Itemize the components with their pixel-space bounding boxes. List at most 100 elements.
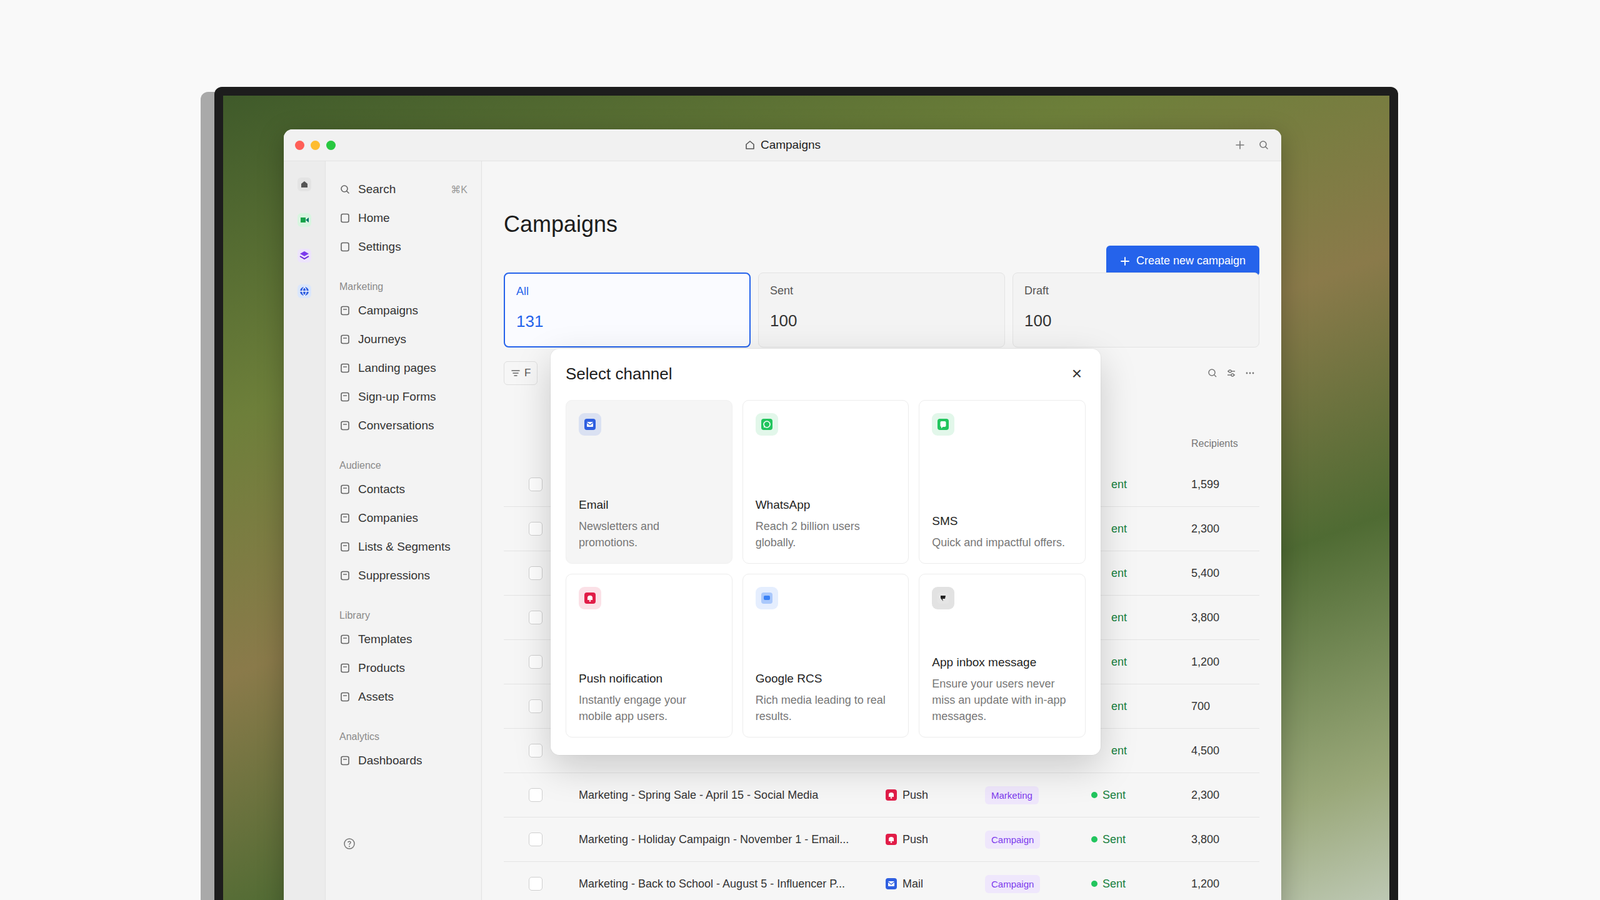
meet-app-icon[interactable] <box>296 211 313 229</box>
plus-icon[interactable] <box>1233 138 1247 152</box>
row-checkbox[interactable] <box>528 876 543 891</box>
sidebar-item[interactable]: Templates <box>334 625 473 654</box>
maximize-window-button[interactable] <box>326 140 336 150</box>
push-icon <box>578 586 602 610</box>
page-icon <box>339 662 351 674</box>
status-cell: Sent <box>1091 833 1192 847</box>
main-content: CampaignsCreate new campaignAll131Sent10… <box>481 161 1282 900</box>
recipients-cell: 2,300 <box>1191 522 1260 536</box>
minimize-window-button[interactable] <box>310 140 320 150</box>
channel-card[interactable]: Push noificationInstantly engage your mo… <box>565 573 733 738</box>
inbox-icon <box>931 586 955 610</box>
row-checkbox[interactable] <box>528 832 543 847</box>
row-checkbox[interactable] <box>528 788 543 802</box>
close-window-button[interactable] <box>295 140 305 150</box>
status-cell: ent <box>1091 744 1192 758</box>
page-icon <box>339 333 351 345</box>
sidebar-item[interactable]: Contacts <box>334 475 473 504</box>
column-header[interactable]: Recipients <box>1191 438 1260 450</box>
sidebar-item[interactable]: Home <box>334 203 473 233</box>
section-title: Analytics <box>334 725 473 747</box>
table-row[interactable]: Marketing - Holiday Campaign - November … <box>503 817 1260 862</box>
sidebar-section: MarketingCampaignsJourneysLanding pagesS… <box>334 261 473 440</box>
page-icon <box>339 391 351 403</box>
stat-card[interactable]: All131 <box>503 272 751 348</box>
wallpaper: CampaignsSearch⌘KHomeSettingsMarketingCa… <box>223 95 1390 900</box>
recipients-cell: 3,800 <box>1191 833 1260 847</box>
sidebar-item[interactable]: Journeys <box>334 325 473 354</box>
channel-card[interactable]: WhatsAppReach 2 billion users globally. <box>742 400 910 564</box>
title-bar: Campaigns <box>283 129 1282 162</box>
stat-card[interactable]: Sent100 <box>758 272 1005 348</box>
create-campaign-button[interactable]: Create new campaign <box>1106 245 1260 277</box>
channel-label: App inbox message <box>931 655 1073 670</box>
channel-card[interactable]: SMS Quick and impactful offers. <box>918 400 1086 564</box>
sidebar-item[interactable]: Landing pages <box>334 353 473 383</box>
sidebar-item[interactable]: Lists & Segments <box>334 532 473 562</box>
app-rail <box>283 161 326 900</box>
sidebar-item[interactable]: Conversations <box>334 411 473 440</box>
status-cell: ent <box>1091 700 1192 714</box>
dialog-title: Select channel <box>565 364 673 384</box>
recipients-cell: 5,400 <box>1191 566 1260 580</box>
table-row[interactable]: Marketing - Spring Sale - April 15 - Soc… <box>503 773 1260 818</box>
table-row[interactable]: Marketing - Back to School - August 5 - … <box>503 861 1260 900</box>
bell-icon <box>885 833 898 846</box>
page-title: Campaigns <box>503 211 618 238</box>
page-icon <box>339 305 351 317</box>
sidebar-item[interactable]: Assets <box>334 682 473 712</box>
row-checkbox[interactable] <box>528 655 543 669</box>
sidebar-section: AnalyticsDashboards <box>334 711 473 775</box>
filter-button[interactable]: F <box>503 361 538 385</box>
window-controls <box>295 140 745 150</box>
sidebar-item[interactable]: Dashboards <box>334 746 473 775</box>
envelope-icon <box>885 877 898 890</box>
sidebar-section: LibraryTemplatesProductsAssets <box>334 590 473 712</box>
workspace-icon[interactable] <box>296 176 313 193</box>
sidebar-item[interactable]: Campaigns <box>334 296 473 325</box>
section-title: Marketing <box>334 275 473 297</box>
page: CampaignsSearch⌘KHomeSettingsMarketingCa… <box>0 0 1600 900</box>
search-icon[interactable] <box>1257 138 1270 152</box>
rcs-icon <box>755 586 779 610</box>
sidebar-item[interactable]: Suppressions <box>334 561 473 590</box>
row-checkbox[interactable] <box>528 610 543 625</box>
page-header: Campaigns Create new campaign <box>503 211 1260 277</box>
search-icon[interactable] <box>1206 367 1219 379</box>
row-checkbox[interactable] <box>528 477 543 492</box>
bell-icon <box>885 788 898 802</box>
recipients-cell: 1,200 <box>1191 655 1260 669</box>
more-icon[interactable] <box>1244 367 1256 379</box>
page-icon <box>339 212 351 224</box>
sidebar-item[interactable]: Sign-up Forms <box>334 382 473 412</box>
stat-tabs: All131Sent100Draft100 <box>503 272 1260 348</box>
help-icon[interactable] <box>343 837 356 850</box>
search-field[interactable]: Search⌘K <box>334 175 473 204</box>
campaign-name: Marketing - Spring Sale - April 15 - Soc… <box>578 788 885 802</box>
channel-description: Quick and impactful offers. <box>931 534 1073 551</box>
row-checkbox[interactable] <box>528 566 543 580</box>
tag: Campaign <box>985 830 1040 849</box>
row-checkbox[interactable] <box>528 743 543 758</box>
page-icon <box>339 691 351 703</box>
status-cell: Sent <box>1091 877 1192 891</box>
stat-card[interactable]: Draft100 <box>1012 272 1260 348</box>
campaign-name: Marketing - Back to School - August 5 - … <box>578 877 885 891</box>
filter-icon <box>510 368 521 379</box>
sidebar-item[interactable]: Settings <box>334 232 473 262</box>
channel-label: SMS <box>931 514 1073 529</box>
sidebar-item[interactable]: Products <box>334 653 473 683</box>
row-checkbox[interactable] <box>528 521 543 536</box>
page-icon <box>339 570 351 582</box>
search-shortcut: ⌘K <box>450 183 468 196</box>
channel-description: Rich media leading to real results. <box>755 691 897 725</box>
channel-card[interactable]: EmailNewsletters and promotions. <box>565 400 733 564</box>
channel-card[interactable]: Google RCSRich media leading to real res… <box>742 573 910 738</box>
globe-app-icon[interactable] <box>296 283 313 300</box>
sliders-icon[interactable] <box>1225 367 1237 379</box>
sidebar-item[interactable]: Companies <box>334 503 473 533</box>
close-button[interactable]: × <box>1068 363 1086 384</box>
channel-card[interactable]: App inbox messageEnsure your users never… <box>918 573 1086 738</box>
row-checkbox[interactable] <box>528 699 543 714</box>
layers-app-icon[interactable] <box>296 247 313 264</box>
